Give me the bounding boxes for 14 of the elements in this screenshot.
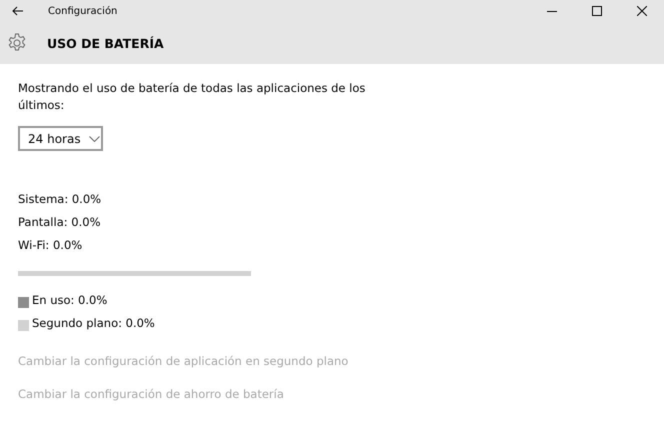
window-title: Configuración: [48, 6, 118, 16]
description-text: Mostrando el uso de batería de todas las aplicaciones de los últimos:: [18, 80, 366, 114]
close-icon: [636, 6, 646, 16]
maximize-icon: [592, 6, 602, 16]
usage-stat: Sistema: 0.0%: [18, 191, 102, 207]
legend-label: En uso: 0.0%: [32, 292, 108, 308]
chevron-down-icon: [88, 136, 100, 142]
usage-stat: Wi-Fi: 0.0%: [18, 237, 84, 253]
settings-icon: [7, 33, 27, 53]
usage-stat: Pantalla: 0.0%: [18, 214, 102, 230]
period-dropdown[interactable]: 24 horas: [18, 126, 103, 151]
back-arrow-icon: [12, 6, 24, 16]
legend-label: Segundo plano: 0.0%: [32, 315, 155, 331]
page-title: USO DE BATERÍA: [47, 36, 164, 50]
